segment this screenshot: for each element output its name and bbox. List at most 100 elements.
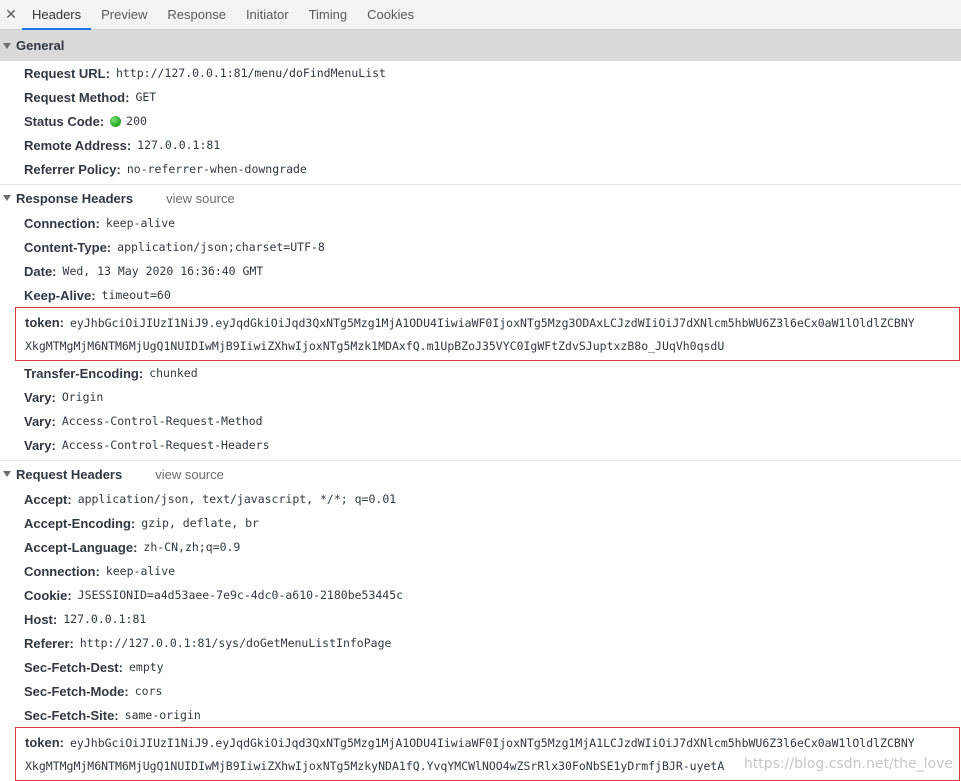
- tab-timing[interactable]: Timing: [299, 0, 358, 29]
- status-ok-icon: [110, 115, 122, 127]
- response-headers-title: Response Headers: [16, 190, 134, 206]
- header-value: application/json, text/javascript, */*; …: [77, 492, 397, 506]
- header-value: keep-alive: [105, 216, 176, 230]
- request-method-row: Request Method: GET: [0, 85, 961, 109]
- token-value-part1: eyJhbGciOiJIUzI1NiJ9.eyJqdGkiOiJqd3QxNTg…: [70, 315, 915, 330]
- header-value: Access-Control-Request-Headers: [61, 438, 270, 452]
- triangle-down-icon: [3, 195, 11, 201]
- request-token-highlight: token: eyJhbGciOiJIUzI1NiJ9.eyJqdGkiOiJq…: [15, 727, 960, 781]
- status-code-value: 200: [126, 114, 147, 128]
- header-value: http://127.0.0.1:81/sys/doGetMenuListInf…: [79, 636, 392, 650]
- remote-address-row: Remote Address: 127.0.0.1:81: [0, 133, 961, 157]
- token-line: token: eyJhbGciOiJIUzI1NiJ9.eyJqdGkiOiJq…: [25, 731, 959, 754]
- header-key: Date:: [24, 263, 57, 279]
- header-key: Sec-Fetch-Mode:: [24, 683, 129, 699]
- response-header-row: Connection: keep-alive: [0, 211, 961, 235]
- response-header-row: Vary: Access-Control-Request-Headers: [0, 433, 961, 457]
- header-value: cors: [134, 684, 163, 698]
- header-value: empty: [128, 660, 164, 674]
- response-header-row: Keep-Alive: timeout=60: [0, 283, 961, 307]
- header-key: Accept-Encoding:: [24, 515, 136, 531]
- tab-initiator[interactable]: Initiator: [236, 0, 299, 29]
- token-value-part2: XkgMTMgMjM6NTM6MjUgQ1NUIDIwMjB9IiwiZXhwI…: [25, 338, 725, 353]
- header-value: timeout=60: [101, 288, 171, 302]
- tab-response[interactable]: Response: [157, 0, 236, 29]
- header-key: Content-Type:: [24, 239, 112, 255]
- response-header-row: Content-Type: application/json;charset=U…: [0, 235, 961, 259]
- response-view-source-link[interactable]: view source: [166, 191, 235, 206]
- devtools-tabbar: ✕ Headers Preview Response Initiator Tim…: [0, 0, 961, 30]
- token-line: token: eyJhbGciOiJIUzI1NiJ9.eyJqdGkiOiJq…: [25, 311, 959, 334]
- general-section-header[interactable]: General: [0, 30, 961, 61]
- request-header-row: Accept: application/json, text/javascrip…: [0, 487, 961, 511]
- header-value: keep-alive: [105, 564, 176, 578]
- request-header-row: Accept-Language: zh-CN,zh;q=0.9: [0, 535, 961, 559]
- header-key: Host:: [24, 611, 58, 627]
- token-line: XkgMTMgMjM6NTM6MjUgQ1NUIDIwMjB9IiwiZXhwI…: [25, 334, 959, 357]
- request-headers-title: Request Headers: [16, 466, 123, 482]
- request-method-key: Request Method:: [24, 89, 130, 105]
- request-url-key: Request URL:: [24, 65, 110, 81]
- tab-preview[interactable]: Preview: [91, 0, 157, 29]
- header-key: Vary:: [24, 413, 56, 429]
- header-key: Referer:: [24, 635, 74, 651]
- token-key: token:: [25, 315, 64, 330]
- header-value: 127.0.0.1:81: [63, 612, 147, 626]
- tab-cookies[interactable]: Cookies: [357, 0, 424, 29]
- header-key: Sec-Fetch-Site:: [24, 707, 119, 723]
- request-header-row: Cookie: JSESSIONID=a4d53aee-7e9c-4dc0-a6…: [0, 583, 961, 607]
- header-value: JSESSIONID=a4d53aee-7e9c-4dc0-a610-2180b…: [77, 588, 404, 602]
- status-code-key: Status Code:: [24, 113, 105, 129]
- request-header-row: Connection: keep-alive: [0, 559, 961, 583]
- response-headers-section-header[interactable]: Response Headers view source: [0, 184, 961, 211]
- header-key: Sec-Fetch-Dest:: [24, 659, 123, 675]
- general-title: General: [16, 38, 65, 53]
- header-value: same-origin: [124, 708, 201, 722]
- request-view-source-link[interactable]: view source: [155, 467, 224, 482]
- header-value: Origin: [61, 390, 104, 404]
- header-value: chunked: [149, 366, 198, 380]
- triangle-down-icon: [3, 471, 11, 477]
- header-key: Accept:: [24, 491, 72, 507]
- request-method-value: GET: [135, 90, 157, 104]
- request-header-row: Sec-Fetch-Mode: cors: [0, 679, 961, 703]
- header-key: Cookie:: [24, 587, 72, 603]
- header-value: application/json;charset=UTF-8: [117, 240, 325, 254]
- token-key: token:: [25, 735, 64, 750]
- referrer-policy-row: Referrer Policy: no-referrer-when-downgr…: [0, 157, 961, 181]
- header-key: Vary:: [24, 389, 56, 405]
- request-header-row: Sec-Fetch-Dest: empty: [0, 655, 961, 679]
- header-key: Vary:: [24, 437, 56, 453]
- header-value: gzip, deflate, br: [141, 516, 259, 530]
- header-key: Keep-Alive:: [24, 287, 96, 303]
- request-header-row: Host: 127.0.0.1:81: [0, 607, 961, 631]
- remote-address-value: 127.0.0.1:81: [137, 138, 221, 152]
- tab-headers[interactable]: Headers: [22, 0, 92, 30]
- status-code-row: Status Code: 200: [0, 109, 961, 133]
- header-key: Connection:: [24, 215, 100, 231]
- request-header-row: Referer: http://127.0.0.1:81/sys/doGetMe…: [0, 631, 961, 655]
- referrer-policy-value: no-referrer-when-downgrade: [126, 162, 307, 176]
- request-url-value: http://127.0.0.1:81/menu/doFindMenuList: [115, 66, 386, 80]
- request-headers-section-header[interactable]: Request Headers view source: [0, 460, 961, 487]
- close-icon[interactable]: ✕: [0, 0, 22, 29]
- watermark: https://blog.csdn.net/the_love: [743, 756, 953, 772]
- response-header-row: Transfer-Encoding: chunked: [0, 361, 961, 385]
- header-value: Wed, 13 May 2020 16:36:40 GMT: [62, 264, 264, 278]
- response-header-row: Date: Wed, 13 May 2020 16:36:40 GMT: [0, 259, 961, 283]
- response-token-highlight: token: eyJhbGciOiJIUzI1NiJ9.eyJqdGkiOiJq…: [15, 307, 960, 361]
- header-value: Access-Control-Request-Method: [61, 414, 263, 428]
- remote-address-key: Remote Address:: [24, 137, 132, 153]
- request-header-row: Accept-Encoding: gzip, deflate, br: [0, 511, 961, 535]
- response-header-row: Vary: Access-Control-Request-Method: [0, 409, 961, 433]
- token-value-part2: XkgMTMgMjM6NTM6MjUgQ1NUIDIwMjB9IiwiZXhwI…: [25, 758, 725, 773]
- request-url-row: Request URL: http://127.0.0.1:81/menu/do…: [0, 61, 961, 85]
- referrer-policy-key: Referrer Policy:: [24, 161, 121, 177]
- header-key: Connection:: [24, 563, 100, 579]
- response-header-row: Vary: Origin: [0, 385, 961, 409]
- triangle-down-icon: [3, 42, 11, 49]
- header-key: Accept-Language:: [24, 539, 138, 555]
- header-value: zh-CN,zh;q=0.9: [143, 540, 241, 554]
- token-value-part1: eyJhbGciOiJIUzI1NiJ9.eyJqdGkiOiJqd3QxNTg…: [70, 735, 915, 750]
- header-key: Transfer-Encoding:: [24, 365, 144, 381]
